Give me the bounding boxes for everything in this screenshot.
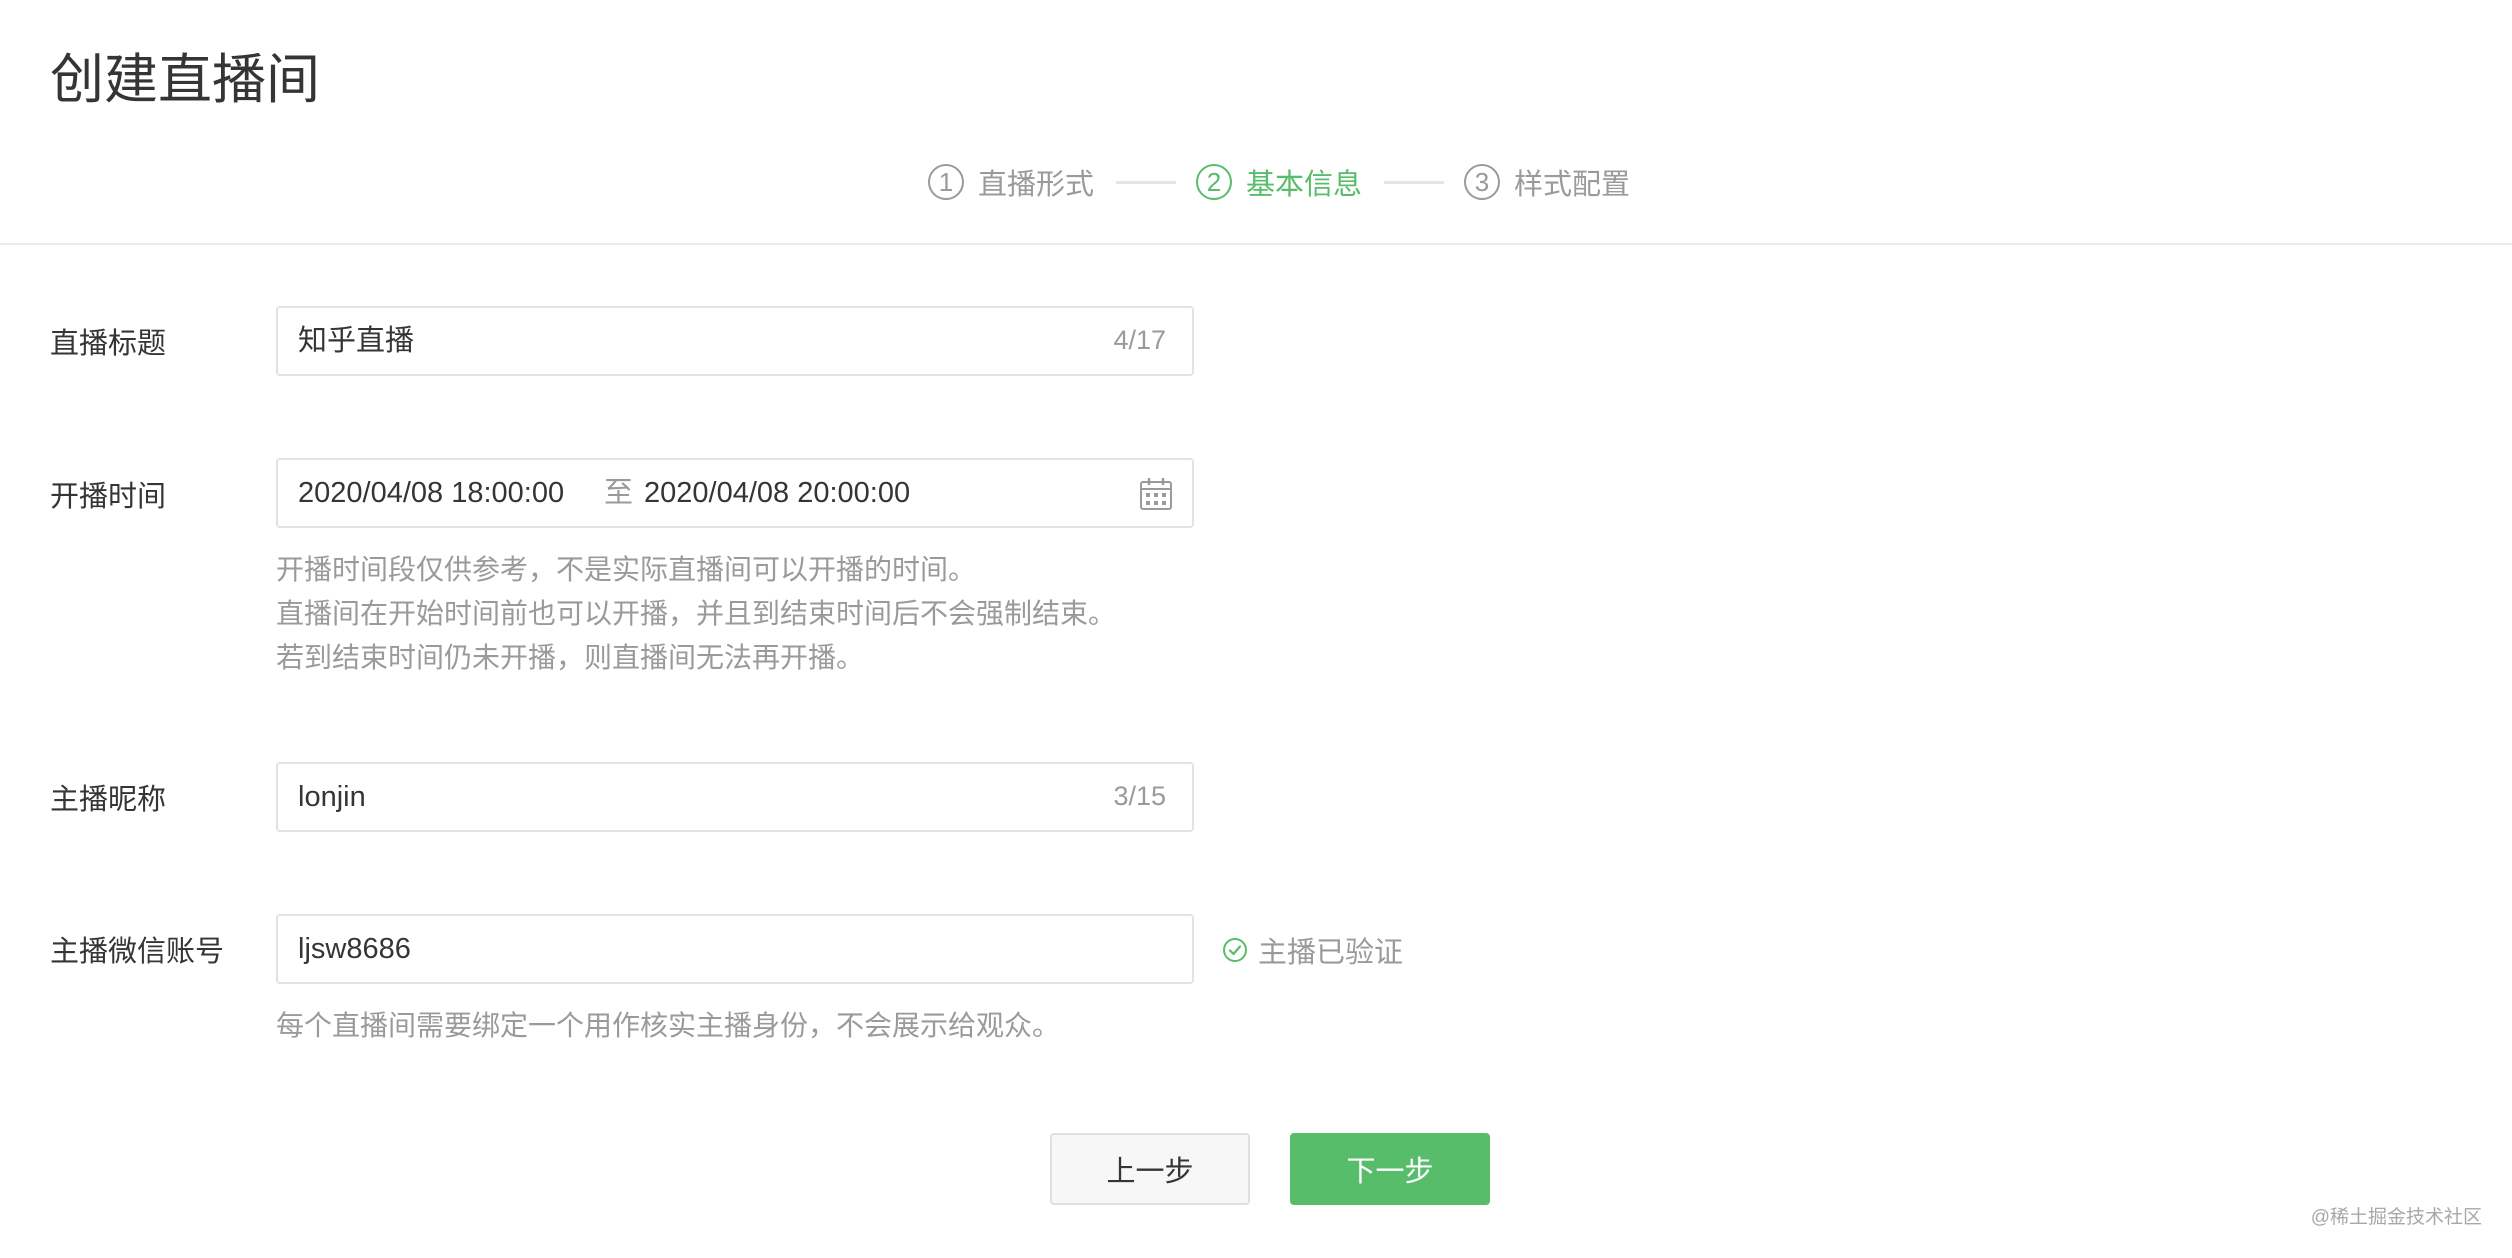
wechat-input[interactable]: ljsw8686 xyxy=(276,914,1194,984)
title-char-counter: 4/17 xyxy=(1113,325,1166,355)
step-2-label: 基本信息 xyxy=(1246,169,1363,201)
verified-label: 主播已验证 xyxy=(1258,937,1404,969)
step-connector xyxy=(1116,180,1177,184)
wechat-field-label: 主播微信账号 xyxy=(50,936,225,968)
time-field-label: 开播时间 xyxy=(50,481,167,513)
nickname-input[interactable]: lonjin 3/15 xyxy=(276,762,1194,832)
time-hint-line-2: 直播间在开始时间前也可以开播，并且到结束时间后不会强制结束。 xyxy=(276,598,1117,629)
step-2: 2 基本信息 xyxy=(1196,161,1362,203)
next-step-button[interactable]: 下一步 xyxy=(1290,1133,1490,1205)
wechat-hint: 每个直播间需要绑定一个用作核实主播身份，不会展示给观众。 xyxy=(276,1010,1061,1041)
prev-step-button[interactable]: 上一步 xyxy=(1050,1133,1250,1205)
watermark: @稀土掘金技术社区 xyxy=(2310,1207,2482,1228)
step-2-number: 2 xyxy=(1196,164,1233,200)
verified-status: 主播已验证 xyxy=(1222,929,1403,971)
step-1-label: 直播形式 xyxy=(978,169,1095,201)
time-range-picker[interactable]: 2020/04/08 18:00:00 至 2020/04/08 20:00:0… xyxy=(276,458,1194,528)
step-3-number: 3 xyxy=(1464,164,1501,200)
title-input-value: 知乎直播 xyxy=(298,325,415,357)
nickname-char-counter: 3/15 xyxy=(1113,781,1166,811)
start-time-value[interactable]: 2020/04/08 18:00:00 xyxy=(298,460,564,526)
title-field-label: 直播标题 xyxy=(50,328,167,360)
range-separator: 至 xyxy=(604,477,634,509)
time-hint-line-1: 开播时间段仅供参考，不是实际直播间可以开播的时间。 xyxy=(276,554,977,585)
step-3-label: 样式配置 xyxy=(1514,169,1631,201)
nickname-input-value: lonjin xyxy=(298,781,366,813)
nickname-field-label: 主播昵称 xyxy=(50,784,167,816)
step-connector xyxy=(1384,180,1445,184)
step-3: 3 样式配置 xyxy=(1464,161,1630,203)
step-1-number: 1 xyxy=(928,164,964,200)
step-1: 1 直播形式 xyxy=(928,161,1094,203)
page-title: 创建直播间 xyxy=(50,50,320,110)
time-hint-line-3: 若到结束时间仍未开播，则直播间无法再开播。 xyxy=(276,642,865,673)
header-divider xyxy=(0,243,2512,245)
calendar-icon[interactable] xyxy=(1138,476,1174,512)
wechat-input-value: ljsw8686 xyxy=(298,933,411,965)
stepper: 1 直播形式 2 基本信息 3 样式配置 xyxy=(928,156,1630,208)
end-time-value[interactable]: 2020/04/08 20:00:00 xyxy=(644,460,910,526)
check-circle-icon xyxy=(1223,938,1247,962)
title-input[interactable]: 知乎直播 4/17 xyxy=(276,306,1194,376)
